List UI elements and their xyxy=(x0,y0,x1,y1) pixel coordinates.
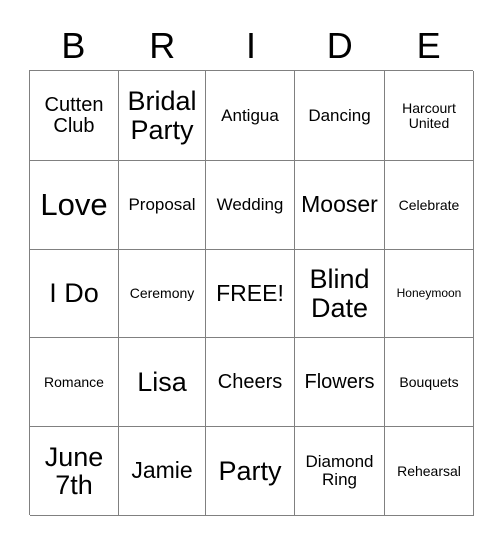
bingo-cell-label: FREE! xyxy=(216,279,284,306)
bingo-cell-label: Ceremony xyxy=(129,285,195,302)
bingo-cell-label: Proposal xyxy=(128,195,196,215)
bingo-cell[interactable]: Blind Date xyxy=(295,250,385,338)
bingo-cell[interactable]: Jamie xyxy=(119,427,206,516)
bingo-cell-label: Bouquets xyxy=(399,373,459,390)
bingo-cell[interactable]: Ceremony xyxy=(119,250,206,338)
bingo-cell[interactable]: Diamond Ring xyxy=(295,427,385,516)
bingo-cell-label: June 7th xyxy=(44,441,104,500)
header-letter-b: B xyxy=(61,25,86,66)
bingo-cell[interactable]: Bouquets xyxy=(385,338,474,427)
bingo-cell[interactable]: Mooser xyxy=(295,161,385,250)
bingo-cell[interactable]: I Do xyxy=(30,250,119,338)
bingo-cell-label: Cheers xyxy=(217,370,283,393)
bingo-cell[interactable]: Love xyxy=(30,161,119,250)
bingo-cell-label: Celebrate xyxy=(398,196,460,213)
bingo-cell-label: Romance xyxy=(44,373,104,390)
bingo-cell[interactable]: Party xyxy=(206,427,295,516)
bingo-cell[interactable]: Rehearsal xyxy=(385,427,474,516)
bingo-cell-label: Lisa xyxy=(137,366,187,397)
bingo-cell[interactable]: Celebrate xyxy=(385,161,474,250)
bingo-cell-label: Mooser xyxy=(301,191,378,218)
bingo-cell-label: Diamond Ring xyxy=(305,452,374,489)
bingo-cell[interactable]: Cutten Club xyxy=(30,71,119,161)
bingo-cell-label: Wedding xyxy=(216,195,284,215)
header-letter-d: D xyxy=(326,25,353,66)
bingo-cell-label: Party xyxy=(218,455,282,486)
header-letter-e: E xyxy=(416,25,441,66)
bingo-cell[interactable]: Honeymoon xyxy=(385,250,474,338)
bingo-cell-label: Jamie xyxy=(131,457,193,484)
bingo-cell[interactable]: Dancing xyxy=(295,71,385,161)
bingo-cell-label: Antigua xyxy=(221,105,279,125)
bingo-cell[interactable]: Cheers xyxy=(206,338,295,427)
bingo-header-row: B R I D E xyxy=(29,22,473,70)
bingo-cell[interactable]: Lisa xyxy=(119,338,206,427)
bingo-cell-label: Cutten Club xyxy=(44,93,104,137)
bingo-cell-label: Harcourt United xyxy=(402,99,456,131)
bingo-cell-label: Flowers xyxy=(304,370,375,393)
header-letter-i: I xyxy=(245,25,256,66)
bingo-cell-label: Dancing xyxy=(308,105,371,125)
bingo-cell[interactable]: Romance xyxy=(30,338,119,427)
bingo-cell[interactable]: FREE! xyxy=(206,250,295,338)
bingo-card: B R I D E Cutten Club Bridal Party Antigua… xyxy=(0,0,500,544)
bingo-cell[interactable]: Proposal xyxy=(119,161,206,250)
bingo-cell[interactable]: Flowers xyxy=(295,338,385,427)
bingo-cell-label: Bridal Party xyxy=(127,86,197,145)
bingo-cell[interactable]: Bridal Party xyxy=(119,71,206,161)
header-letter-r: R xyxy=(149,25,176,66)
bingo-cell-label: I Do xyxy=(49,278,99,309)
bingo-cell-label: Honeymoon xyxy=(396,286,462,301)
bingo-cell[interactable]: June 7th xyxy=(30,427,119,516)
bingo-cell[interactable]: Antigua xyxy=(206,71,295,161)
bingo-cell-label: Rehearsal xyxy=(397,462,461,479)
bingo-cell[interactable]: Wedding xyxy=(206,161,295,250)
bingo-cell-label: Blind Date xyxy=(309,264,370,323)
bingo-grid: Cutten Club Bridal Party Antigua Dancing Har… xyxy=(29,70,474,516)
bingo-cell[interactable]: Harcourt United xyxy=(385,71,474,161)
bingo-cell-label: Love xyxy=(40,186,108,222)
